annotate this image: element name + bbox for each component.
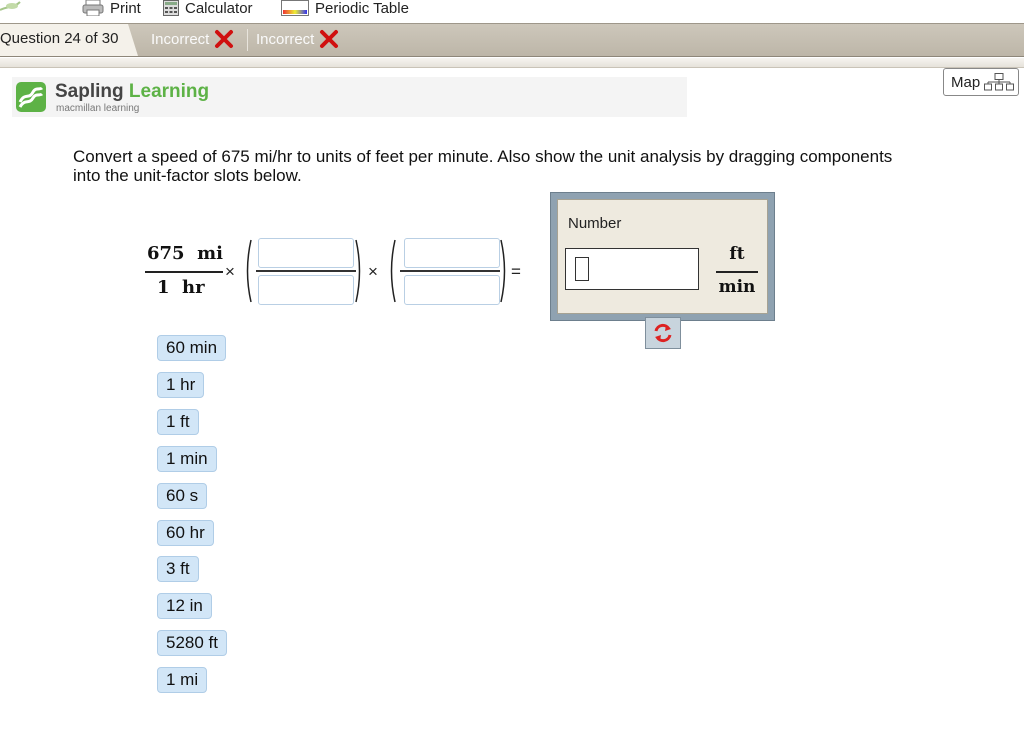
brand-subtitle: macmillan learning bbox=[56, 103, 140, 114]
answer-number-input[interactable] bbox=[565, 248, 699, 290]
factor1-numerator-slot[interactable] bbox=[258, 238, 354, 268]
right-paren bbox=[500, 239, 506, 303]
tile-1-ft[interactable]: 1 ft bbox=[157, 409, 199, 435]
tile-60-s[interactable]: 60 s bbox=[157, 483, 208, 509]
factor1-fraction-bar bbox=[256, 270, 356, 272]
factor1-denominator-slot[interactable] bbox=[258, 275, 354, 305]
fraction-bar bbox=[145, 271, 223, 273]
answer-unit-bar bbox=[716, 271, 758, 273]
calculator-button[interactable]: Calculator bbox=[163, 0, 253, 17]
right-paren bbox=[355, 239, 361, 303]
incorrect-x-icon bbox=[215, 30, 234, 48]
tile-12-in[interactable]: 12 in bbox=[157, 593, 212, 619]
tile-1-mi[interactable]: 1 mi bbox=[157, 667, 208, 693]
brand-name-part2: Learning bbox=[128, 81, 210, 102]
calculator-label: Calculator bbox=[185, 0, 253, 17]
tile-1-hr[interactable]: 1 hr bbox=[157, 372, 205, 398]
periodic-table-label: Periodic Table bbox=[315, 0, 409, 17]
reset-button[interactable] bbox=[645, 317, 681, 349]
factor2-denominator-slot[interactable] bbox=[404, 275, 500, 305]
question-text: Convert a speed of 675 mi/hr to units of… bbox=[73, 147, 893, 185]
answer-panel: Number ft min bbox=[550, 192, 775, 321]
question-tab[interactable]: Question 24 of 30 bbox=[0, 24, 138, 56]
answer-unit-denominator: min bbox=[718, 277, 756, 297]
tile-60-hr[interactable]: 60 hr bbox=[157, 520, 214, 546]
map-button[interactable]: Map bbox=[943, 68, 1019, 96]
answer-panel-inner: Number ft min bbox=[557, 199, 768, 314]
factor2-fraction-bar bbox=[400, 270, 500, 272]
attempt-2[interactable]: Incorrect bbox=[256, 28, 339, 50]
answer-label: Number bbox=[568, 215, 622, 232]
left-paren bbox=[246, 239, 252, 303]
brand-name: Sapling Learning bbox=[55, 81, 209, 103]
question-bar: Question 24 of 30 Incorrect Incorrect bbox=[0, 23, 1024, 57]
sitemap-icon bbox=[984, 73, 1015, 91]
multiply-sign: × bbox=[225, 262, 235, 281]
attempt-2-label: Incorrect bbox=[256, 30, 315, 48]
attempt-1-label: Incorrect bbox=[151, 30, 210, 48]
print-button[interactable]: Print bbox=[82, 0, 141, 17]
question-position: Question 24 of 30 bbox=[0, 30, 119, 47]
equals-sign: = bbox=[511, 262, 521, 281]
left-paren bbox=[390, 239, 396, 303]
print-label: Print bbox=[110, 0, 141, 17]
text-cursor bbox=[575, 257, 589, 281]
attempt-divider bbox=[247, 29, 248, 51]
answer-unit-numerator: ft bbox=[729, 244, 745, 264]
sapling-logo-icon bbox=[16, 82, 46, 112]
tile-3-ft[interactable]: 3 ft bbox=[157, 556, 199, 582]
given-numerator: 675 mi bbox=[147, 243, 223, 264]
printer-icon bbox=[82, 0, 104, 16]
factor2-numerator-slot[interactable] bbox=[404, 238, 500, 268]
given-denominator: 1 hr bbox=[157, 277, 205, 298]
brand-name-part1: Sapling bbox=[55, 81, 124, 102]
tile-5280-ft[interactable]: 5280 ft bbox=[157, 630, 227, 656]
leaf-icon bbox=[0, 1, 21, 11]
attempt-1[interactable]: Incorrect bbox=[151, 28, 234, 50]
periodic-table-button[interactable]: Periodic Table bbox=[281, 0, 409, 17]
periodic-table-icon bbox=[281, 0, 309, 16]
tile-1-min[interactable]: 1 min bbox=[157, 446, 217, 472]
calculator-icon bbox=[163, 0, 179, 16]
tile-60-min[interactable]: 60 min bbox=[157, 335, 227, 361]
top-toolbar: Print Calculator Periodic Table bbox=[0, 0, 1024, 22]
question-bar-shadow bbox=[0, 58, 1024, 68]
map-label: Map bbox=[951, 73, 981, 91]
incorrect-x-icon bbox=[320, 30, 339, 48]
multiply-sign: × bbox=[368, 262, 378, 281]
refresh-icon bbox=[654, 323, 672, 343]
